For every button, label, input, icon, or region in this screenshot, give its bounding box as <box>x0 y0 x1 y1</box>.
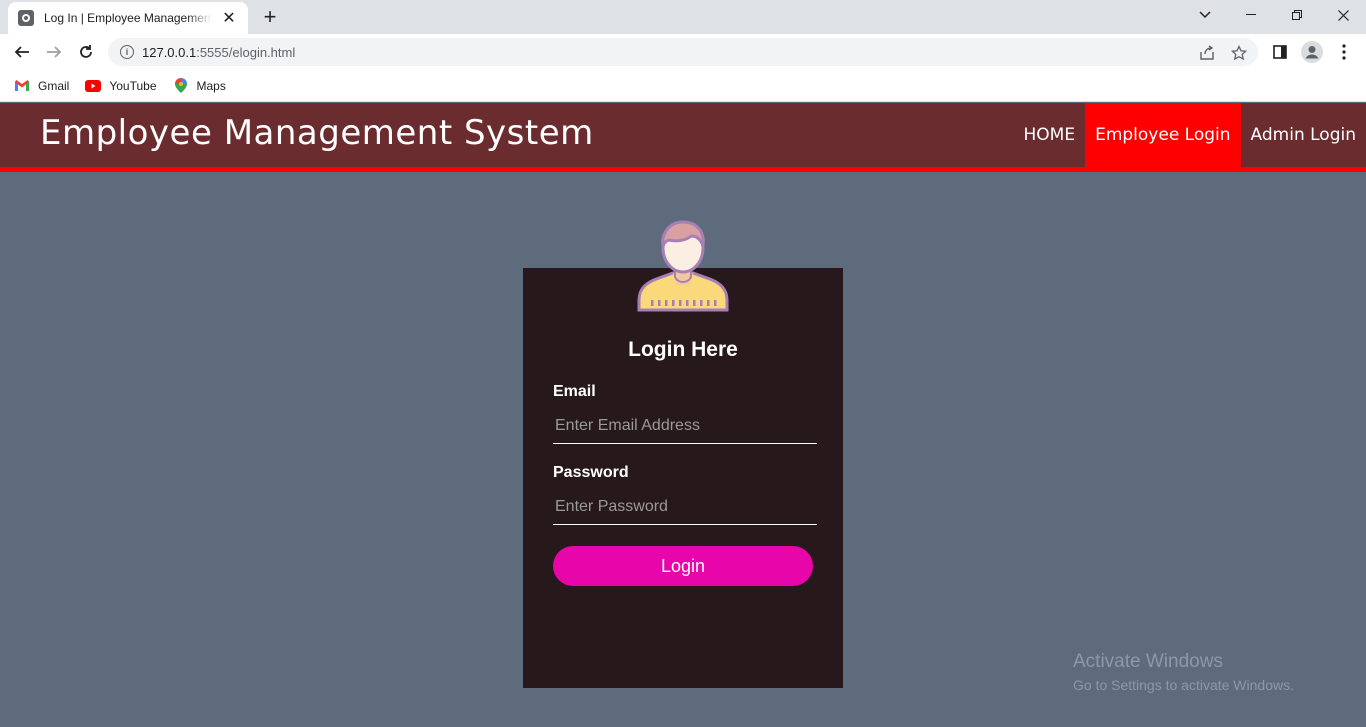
site-header: Employee Management System HOME Employee… <box>0 103 1366 167</box>
profile-avatar-icon[interactable] <box>1300 40 1324 64</box>
restore-button[interactable] <box>1274 0 1320 30</box>
close-tab-icon[interactable]: ✕ <box>220 9 238 27</box>
site-brand[interactable]: Employee Management System <box>40 113 594 153</box>
password-input[interactable] <box>553 489 817 525</box>
nav-home[interactable]: HOME <box>1014 103 1086 167</box>
browser-tab[interactable]: Log In | Employee Management System ✕ <box>8 2 248 34</box>
side-panel-icon[interactable] <box>1268 40 1292 64</box>
watermark-title: Activate Windows <box>1073 651 1223 672</box>
nav-employee-login[interactable]: Employee Login <box>1085 103 1241 167</box>
forward-button[interactable] <box>42 40 66 64</box>
password-label: Password <box>553 464 629 481</box>
back-button[interactable] <box>10 40 34 64</box>
browser-tab-strip: Log In | Employee Management System ✕ + <box>0 0 1366 34</box>
url-path: :5555/elogin.html <box>196 44 296 60</box>
minimize-button[interactable] <box>1228 0 1274 30</box>
user-avatar-icon <box>637 220 729 312</box>
email-label: Email <box>553 383 596 400</box>
login-button[interactable]: Login <box>553 546 813 586</box>
new-tab-button[interactable]: + <box>259 4 281 29</box>
bookmark-label: Maps <box>196 78 226 93</box>
login-card: Login Here Email Password Login <box>523 268 843 688</box>
url-host: 127.0.0.1 <box>142 44 197 60</box>
chrome-menu-icon[interactable] <box>1332 40 1356 64</box>
tab-title: Log In | Employee Management System <box>44 11 212 25</box>
site-favicon-icon <box>18 10 34 26</box>
tab-search-button[interactable] <box>1182 0 1228 30</box>
nav-admin-login[interactable]: Admin Login <box>1241 103 1366 167</box>
bookmark-youtube[interactable]: YouTube <box>85 78 157 93</box>
bookmark-gmail[interactable]: Gmail <box>14 79 69 93</box>
close-window-button[interactable] <box>1320 0 1366 30</box>
bookmark-label: YouTube <box>109 78 157 93</box>
bookmark-maps[interactable]: Maps <box>173 78 226 93</box>
bookmark-star-icon[interactable] <box>1230 44 1248 62</box>
header-accent-border <box>0 167 1366 172</box>
browser-toolbar: i 127.0.0.1:5555/elogin.html <box>0 34 1366 70</box>
site-info-icon[interactable]: i <box>120 45 134 59</box>
bookmark-label: Gmail <box>38 78 70 93</box>
reload-button[interactable] <box>74 40 98 64</box>
login-title: Login Here <box>628 338 738 361</box>
share-icon[interactable] <box>1198 44 1216 62</box>
email-input[interactable] <box>553 408 817 444</box>
activate-windows-watermark: Activate Windows Go to Settings to activ… <box>1073 651 1294 693</box>
watermark-subtitle: Go to Settings to activate Windows. <box>1073 677 1294 693</box>
bookmarks-bar: Gmail YouTube Maps <box>0 70 1366 102</box>
youtube-icon <box>85 79 102 93</box>
gmail-icon <box>14 79 30 93</box>
site-nav: HOME Employee Login Admin Login <box>1014 103 1366 167</box>
maps-icon <box>173 78 189 93</box>
address-bar[interactable]: i 127.0.0.1:5555/elogin.html <box>108 38 1258 66</box>
